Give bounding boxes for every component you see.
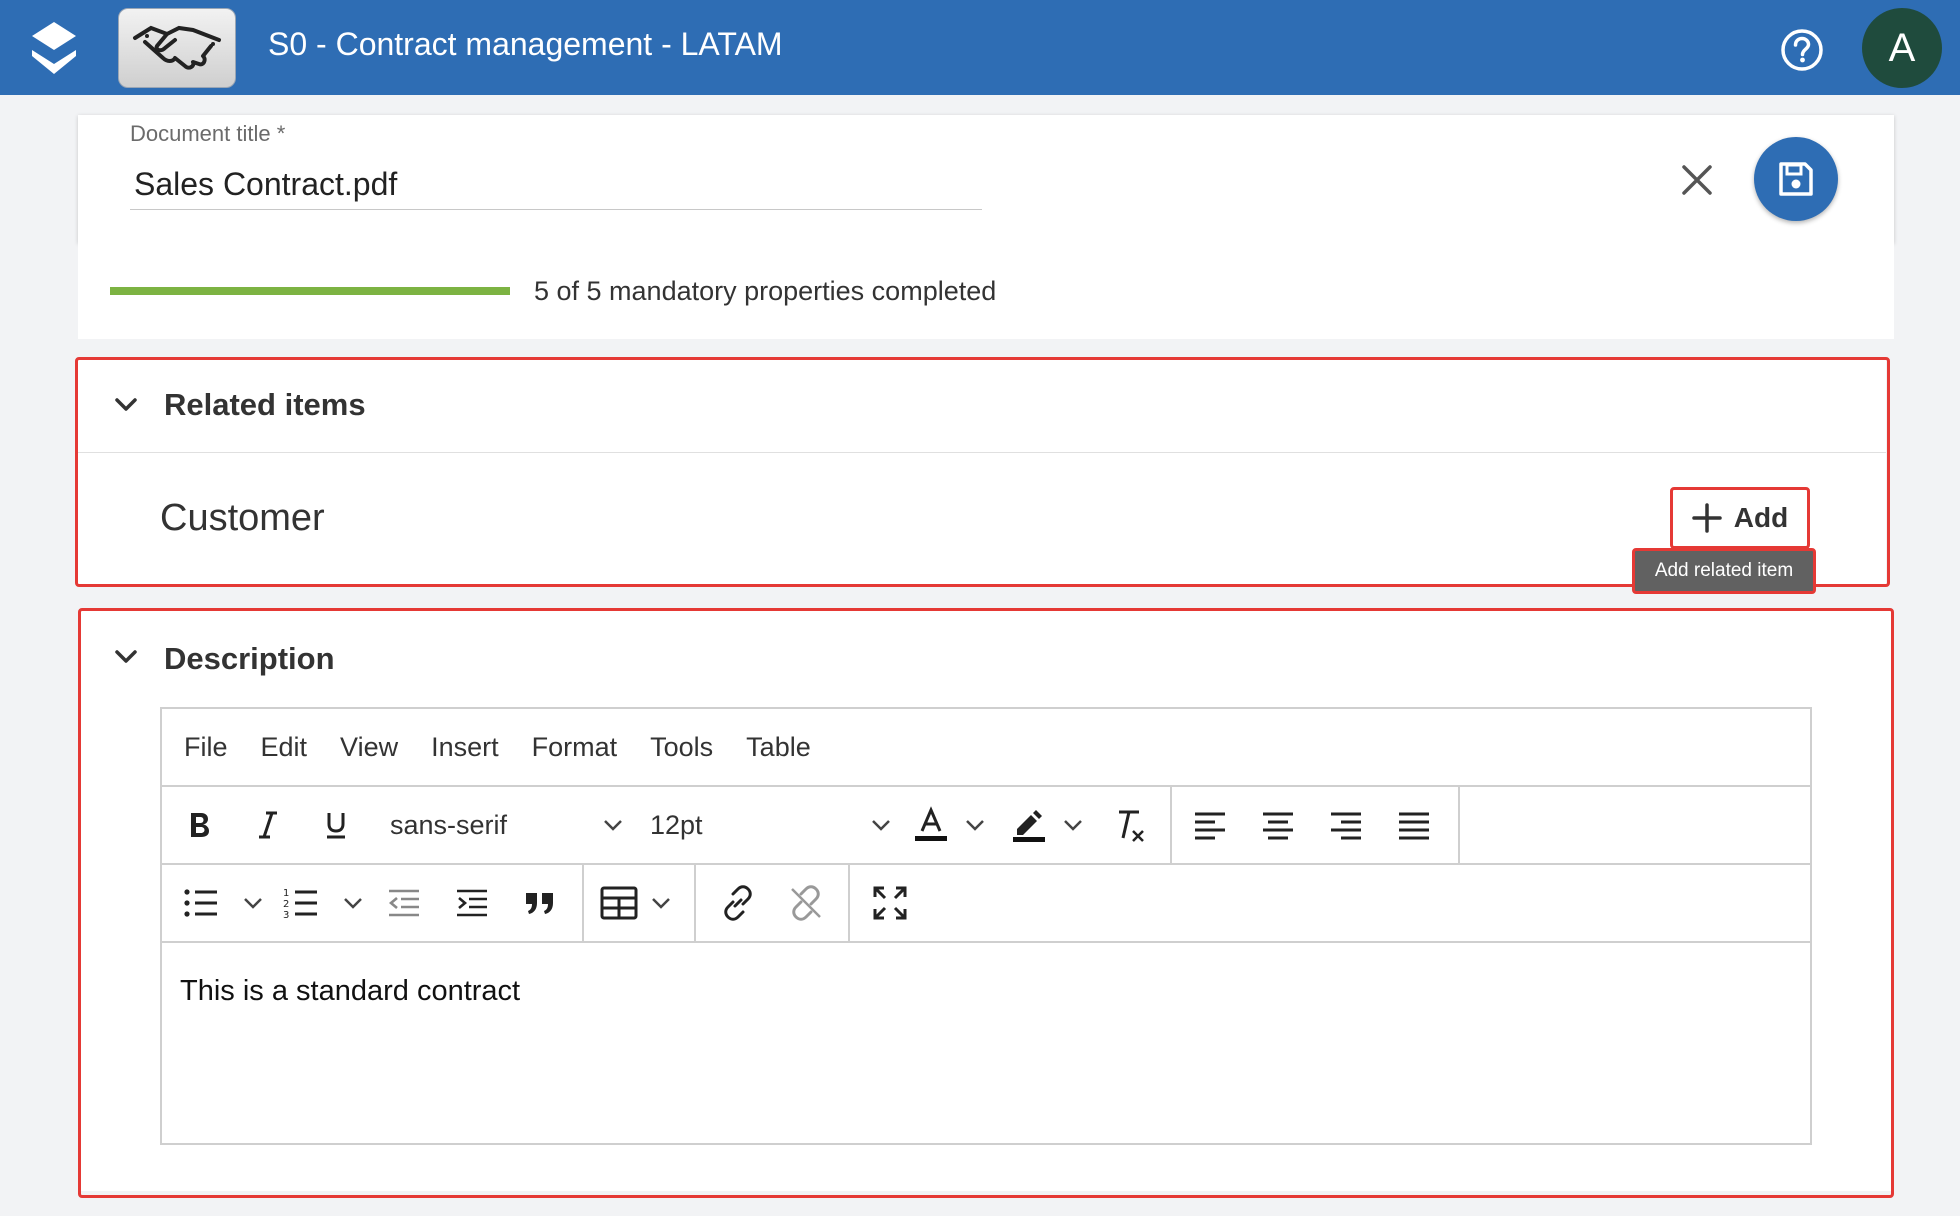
toolbar-separator xyxy=(1170,787,1172,863)
progress-bar xyxy=(110,287,510,295)
align-right-icon[interactable] xyxy=(1318,787,1374,863)
close-icon xyxy=(1682,165,1712,195)
chevron-down-icon xyxy=(604,820,622,831)
add-related-item-button[interactable]: Add xyxy=(1670,487,1810,549)
progress-fill xyxy=(110,287,510,295)
svg-text:3: 3 xyxy=(283,910,289,919)
text-color-dropdown-chevron-icon[interactable] xyxy=(960,787,990,863)
avatar[interactable]: A xyxy=(1862,8,1942,88)
highlight-color-icon[interactable] xyxy=(1004,787,1054,863)
svg-text:1: 1 xyxy=(283,888,289,899)
menu-file[interactable]: File xyxy=(184,732,228,763)
numbered-list-chevron-icon[interactable] xyxy=(338,865,368,941)
indent-icon[interactable] xyxy=(444,865,500,941)
font-size-select[interactable]: 12pt xyxy=(650,787,890,863)
save-button[interactable] xyxy=(1754,137,1838,221)
numbered-list-icon[interactable]: 123 xyxy=(276,865,326,941)
rich-text-editor: File Edit View Insert Format Tools Table… xyxy=(160,707,1812,1145)
progress-card: 5 of 5 mandatory properties completed xyxy=(78,243,1894,339)
editor-menubar: File Edit View Insert Format Tools Table xyxy=(162,709,1810,787)
bold-icon[interactable] xyxy=(176,787,224,863)
clear-button[interactable] xyxy=(1672,155,1722,205)
highlight-dropdown-chevron-icon[interactable] xyxy=(1058,787,1088,863)
description-section: Description File Edit View Insert Format… xyxy=(78,611,1894,1191)
document-title-label: Document title * xyxy=(130,121,286,146)
align-justify-icon[interactable] xyxy=(1386,787,1442,863)
customer-label: Customer xyxy=(160,497,325,539)
unlink-icon[interactable] xyxy=(778,865,834,941)
progress-text: 5 of 5 mandatory properties completed xyxy=(534,276,997,306)
document-title-card: Document title * xyxy=(78,115,1894,243)
menu-insert[interactable]: Insert xyxy=(431,732,499,763)
svg-text:2: 2 xyxy=(283,899,289,910)
handshake-icon[interactable] xyxy=(118,8,236,88)
floppy-disk-icon xyxy=(1779,162,1813,196)
font-size-value: 12pt xyxy=(650,809,703,840)
add-related-item-tooltip: Add related item xyxy=(1632,548,1816,594)
menu-edit[interactable]: Edit xyxy=(261,732,308,763)
font-family-value: sans-serif xyxy=(390,809,508,840)
plus-icon xyxy=(1692,503,1722,533)
section-divider xyxy=(78,452,1886,453)
add-button-label: Add xyxy=(1733,502,1789,533)
blockquote-icon[interactable] xyxy=(512,865,568,941)
related-items-title: Related items xyxy=(164,387,366,422)
chevron-down-icon xyxy=(115,398,137,411)
editor-content[interactable]: This is a standard contract xyxy=(162,943,1810,1145)
app-logo-icon[interactable] xyxy=(26,20,82,76)
font-family-select[interactable]: sans-serif xyxy=(390,787,628,863)
underline-icon[interactable] xyxy=(312,787,360,863)
link-icon[interactable] xyxy=(710,865,766,941)
toolbar-separator xyxy=(848,865,850,941)
editor-toolbar-row-2: 123 xyxy=(162,865,1810,943)
toolbar-separator xyxy=(694,865,696,941)
description-header[interactable]: Description xyxy=(78,611,1894,703)
outdent-icon[interactable] xyxy=(376,865,432,941)
fullscreen-icon[interactable] xyxy=(862,865,918,941)
menu-table[interactable]: Table xyxy=(746,732,811,763)
align-center-icon[interactable] xyxy=(1250,787,1306,863)
chevron-down-icon xyxy=(872,820,890,831)
help-circle-icon[interactable] xyxy=(1780,28,1824,72)
toolbar-separator xyxy=(1458,787,1460,863)
app-title: S0 - Contract management - LATAM xyxy=(268,26,783,62)
related-items-section: Related items Customer Add xyxy=(78,359,1886,584)
text-color-icon[interactable] xyxy=(906,787,956,863)
app-header: S0 - Contract management - LATAM A xyxy=(0,0,1960,95)
bullet-list-chevron-icon[interactable] xyxy=(238,865,268,941)
align-left-icon[interactable] xyxy=(1182,787,1238,863)
table-icon[interactable] xyxy=(594,865,644,941)
menu-view[interactable]: View xyxy=(340,732,398,763)
menu-format[interactable]: Format xyxy=(532,732,618,763)
chevron-down-icon xyxy=(115,650,137,663)
bullet-list-icon[interactable] xyxy=(176,865,226,941)
related-items-header[interactable]: Related items xyxy=(78,359,1886,451)
description-title: Description xyxy=(164,641,335,676)
table-chevron-icon[interactable] xyxy=(646,865,676,941)
italic-icon[interactable] xyxy=(244,787,292,863)
document-title-input[interactable] xyxy=(130,160,982,210)
editor-toolbar-row-1: sans-serif 12pt xyxy=(162,787,1810,865)
toolbar-separator xyxy=(582,865,584,941)
clear-formatting-icon[interactable] xyxy=(1104,787,1154,863)
menu-tools[interactable]: Tools xyxy=(650,732,713,763)
